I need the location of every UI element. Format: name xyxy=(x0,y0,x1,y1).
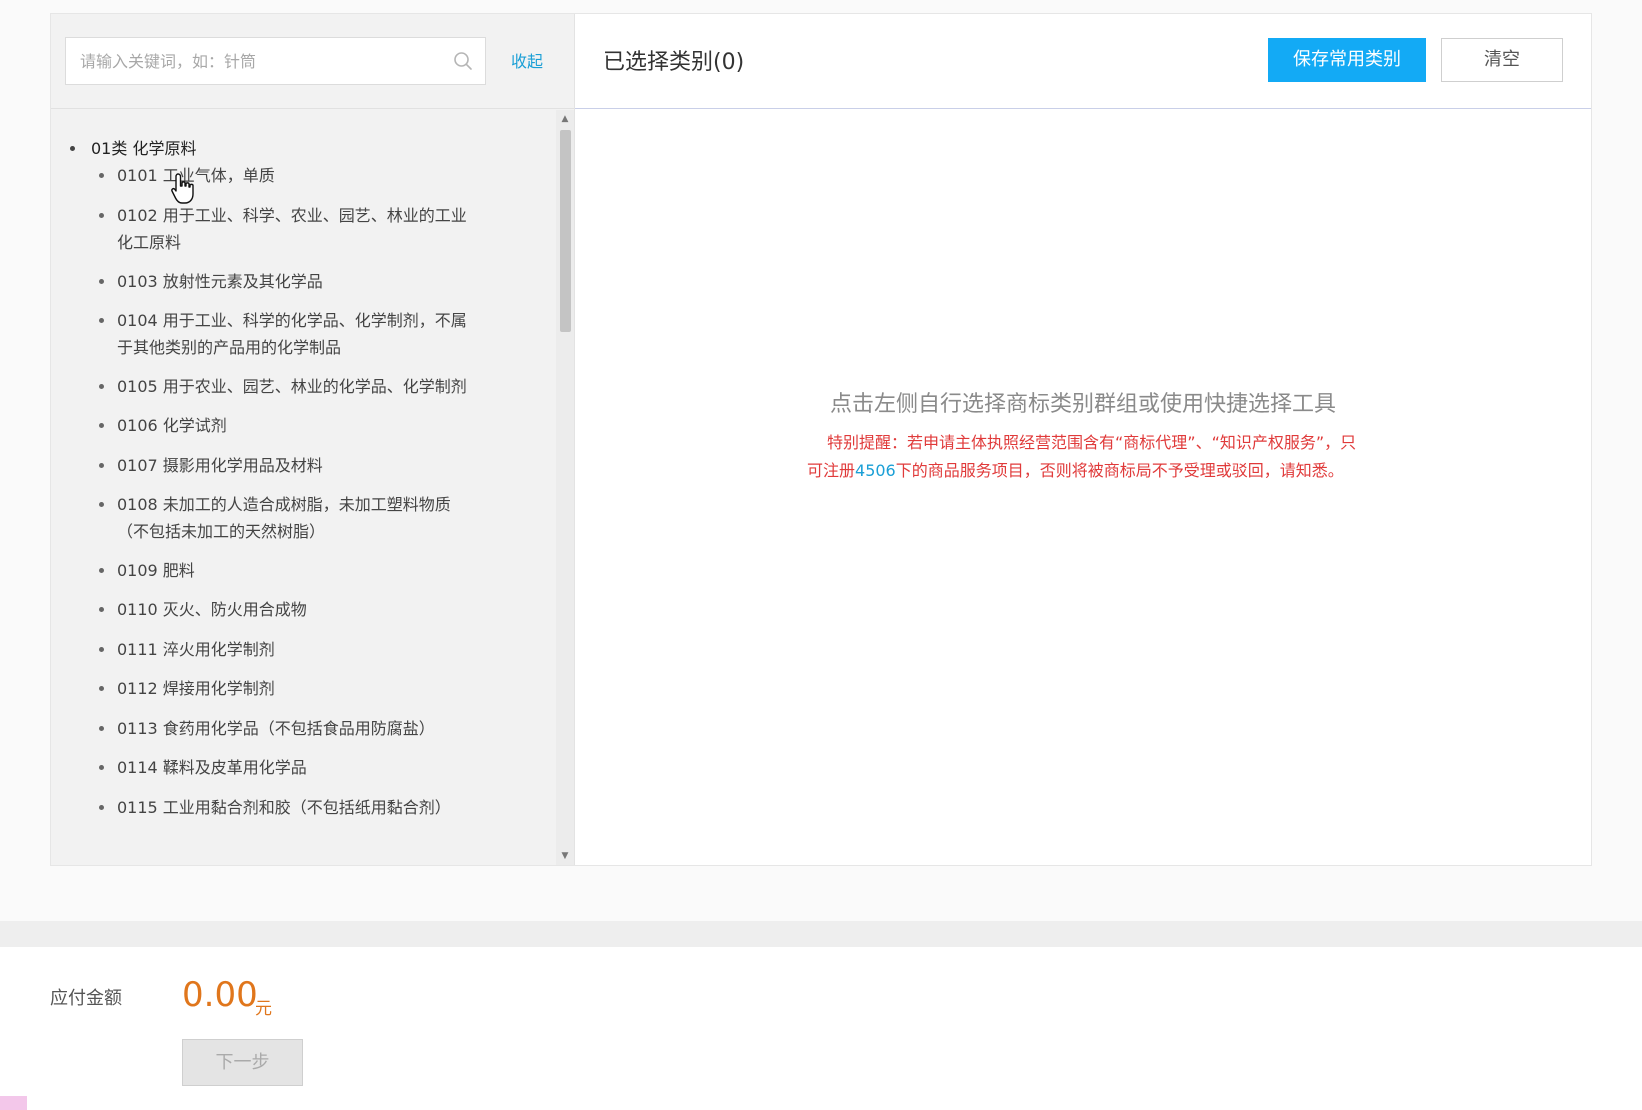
amount-unit: 元 xyxy=(255,999,272,1019)
subcategory-item[interactable]: 0111 淬火用化学制剂 xyxy=(99,636,487,663)
next-step-button[interactable]: 下一步 xyxy=(182,1039,303,1086)
empty-hint: 点击左侧自行选择商标类别群组或使用快捷选择工具 xyxy=(829,392,1336,417)
tree-header: 收起 xyxy=(51,14,574,109)
selected-header: 已选择类别(0) 保存常用类别 清空 xyxy=(575,14,1591,109)
bullet xyxy=(99,607,104,612)
subcategory-item[interactable]: 0109 肥料 xyxy=(99,557,487,584)
clear-button[interactable]: 清空 xyxy=(1441,38,1563,82)
scroll-thumb[interactable] xyxy=(560,130,571,332)
search-icon[interactable] xyxy=(453,51,473,71)
subcategory-item[interactable]: 0115 工业用黏合剂和胶（不包括纸用黏合剂） xyxy=(99,794,487,821)
section-divider xyxy=(0,921,1642,947)
payment-bar: 应付金额 0.00 元 下一步 xyxy=(0,947,1642,1110)
subcategory-line: （不包括未加工的天然树脂） xyxy=(117,522,326,541)
category-selector: 收起 01类 化学原料 0101 工业气体，单质 0102 用于工业、科学、农业… xyxy=(50,13,1592,866)
subcategory-line: 0104 用于工业、科学的化学品、化学制剂，不属 xyxy=(117,311,467,330)
subcategory-item[interactable]: 0114 鞣料及皮革用化学品 xyxy=(99,754,487,781)
bullet xyxy=(99,502,104,507)
bullet xyxy=(99,318,104,323)
collapse-link[interactable]: 收起 xyxy=(511,48,543,72)
bullet xyxy=(99,423,104,428)
subcategory-item[interactable]: 0112 焊接用化学制剂 xyxy=(99,675,487,702)
subcategory-line: 0106 化学试剂 xyxy=(117,416,227,435)
subcategory-item[interactable]: 0107 摄影用化学用品及材料 xyxy=(99,452,487,479)
subcategory-line: 0111 淬火用化学制剂 xyxy=(117,640,275,659)
bullet xyxy=(70,146,75,151)
bullet xyxy=(99,463,104,468)
subcategory-item[interactable]: 0113 食药用化学品（不包括食品用防腐盐） xyxy=(99,715,487,742)
bullet xyxy=(99,173,104,178)
notice-line-2: 可注册4506下的商品服务项目，否则将被商标局不予受理或驳回，请知悉。 xyxy=(807,457,1367,485)
subcategory-item[interactable]: 0103 放射性元素及其化学品 xyxy=(99,268,487,295)
bullet xyxy=(99,805,104,810)
subcategory-item[interactable]: 0106 化学试剂 xyxy=(99,412,487,439)
category-label: 01类 化学原料 xyxy=(91,139,197,158)
category-item-01[interactable]: 01类 化学原料 xyxy=(70,135,197,159)
subcategory-line: 0103 放射性元素及其化学品 xyxy=(117,272,323,291)
bullet xyxy=(99,384,104,389)
amount-label: 应付金额 xyxy=(50,988,122,1009)
category-tree-panel: 收起 01类 化学原料 0101 工业气体，单质 0102 用于工业、科学、农业… xyxy=(51,14,575,865)
bullet xyxy=(99,686,104,691)
subcategory-line: 0108 未加工的人造合成树脂，未加工塑料物质 xyxy=(117,495,451,514)
subcategory-item[interactable]: 0108 未加工的人造合成树脂，未加工塑料物质 （不包括未加工的天然树脂） xyxy=(99,491,487,545)
subcategory-line: 0114 鞣料及皮革用化学品 xyxy=(117,758,307,777)
search-box xyxy=(65,37,486,85)
tree-scrollbar[interactable]: ▲ ▼ xyxy=(556,110,574,865)
bullet xyxy=(99,765,104,770)
amount-value: 0.00 xyxy=(182,975,258,1015)
scroll-up-arrow-icon[interactable]: ▲ xyxy=(556,110,574,128)
bullet xyxy=(99,647,104,652)
notice-count: 4506 xyxy=(855,461,896,480)
save-common-categories-button[interactable]: 保存常用类别 xyxy=(1268,38,1426,82)
subcategory-line: 0109 肥料 xyxy=(117,561,195,580)
corner-tab[interactable] xyxy=(0,1096,27,1110)
bullet xyxy=(99,568,104,573)
subcategory-item[interactable]: 0110 灭火、防火用合成物 xyxy=(99,596,487,623)
bullet xyxy=(99,279,104,284)
subcategory-line: 0110 灭火、防火用合成物 xyxy=(117,600,307,619)
notice-line-1: 特别提醒：若申请主体执照经营范围含有“商标代理”、“知识产权服务”，只 xyxy=(827,433,1357,452)
scroll-down-arrow-icon[interactable]: ▼ xyxy=(556,847,574,865)
subcategory-item[interactable]: 0105 用于农业、园艺、林业的化学品、化学制剂 xyxy=(99,373,487,400)
subcategory-line: 0105 用于农业、园艺、林业的化学品、化学制剂 xyxy=(117,377,467,396)
category-tree: 01类 化学原料 0101 工业气体，单质 0102 用于工业、科学、农业、园艺… xyxy=(51,110,556,865)
subcategory-line: 0115 工业用黏合剂和胶（不包括纸用黏合剂） xyxy=(117,798,451,817)
selected-area: 点击左侧自行选择商标类别群组或使用快捷选择工具 特别提醒：若申请主体执照经营范围… xyxy=(575,109,1591,865)
notice-prefix: 可注册 xyxy=(807,461,856,480)
notice-suffix: 下的商品服务项目，否则将被商标局不予受理或驳回，请知悉。 xyxy=(895,461,1344,480)
subcategory-item[interactable]: 0104 用于工业、科学的化学品、化学制剂，不属 于其他类别的产品用的化学制品 xyxy=(99,307,487,361)
subcategory-line: 化工原料 xyxy=(117,233,182,252)
subcategory-line: 0102 用于工业、科学、农业、园艺、林业的工业 xyxy=(117,206,467,225)
subcategory-line: 于其他类别的产品用的化学制品 xyxy=(117,338,342,357)
subcategory-item[interactable]: 0102 用于工业、科学、农业、园艺、林业的工业 化工原料 xyxy=(99,202,487,256)
special-notice: 特别提醒：若申请主体执照经营范围含有“商标代理”、“知识产权服务”，只 可注册4… xyxy=(807,429,1367,485)
hand-cursor-icon xyxy=(171,173,194,204)
subcategory-line: 0112 焊接用化学制剂 xyxy=(117,679,275,698)
bullet xyxy=(99,726,104,731)
selected-count-title: 已选择类别(0) xyxy=(603,50,745,75)
subcategory-line: 0113 食药用化学品（不包括食品用防腐盐） xyxy=(117,719,435,738)
bullet xyxy=(99,213,104,218)
search-input[interactable] xyxy=(66,38,436,84)
subcategory-line: 0107 摄影用化学用品及材料 xyxy=(117,456,323,475)
